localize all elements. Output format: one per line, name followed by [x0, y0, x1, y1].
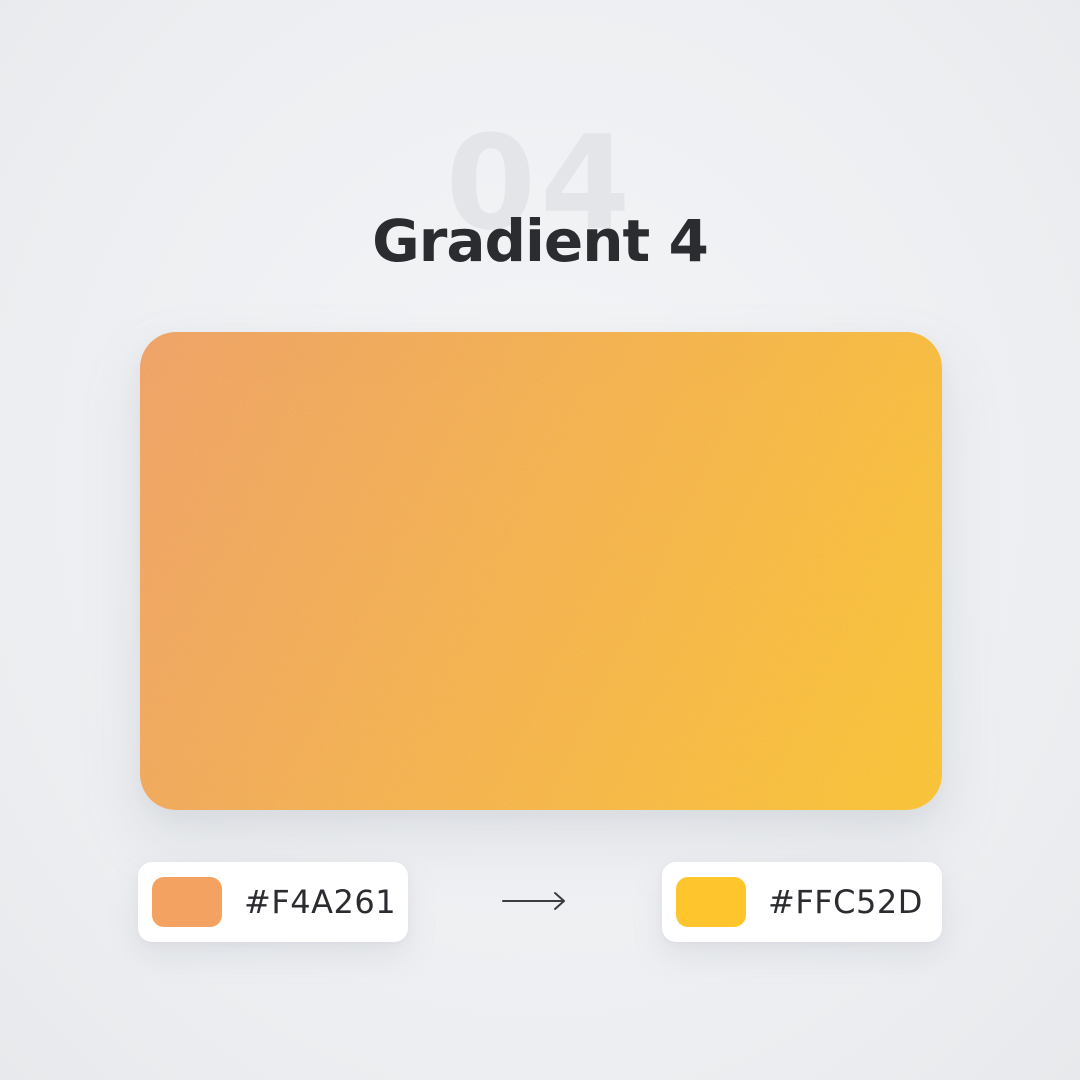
start-color-chip[interactable]: #F4A261 [138, 862, 408, 942]
end-color-chip[interactable]: #FFC52D [662, 862, 942, 942]
start-color-hex: #F4A261 [244, 883, 397, 921]
end-color-swatch [676, 877, 746, 927]
gradient-preview [140, 332, 942, 810]
end-color-hex: #FFC52D [768, 883, 923, 921]
page-title: Gradient 4 [372, 207, 709, 275]
start-color-swatch [152, 877, 222, 927]
arrow-right-icon [502, 892, 565, 910]
grain-texture [140, 332, 942, 810]
